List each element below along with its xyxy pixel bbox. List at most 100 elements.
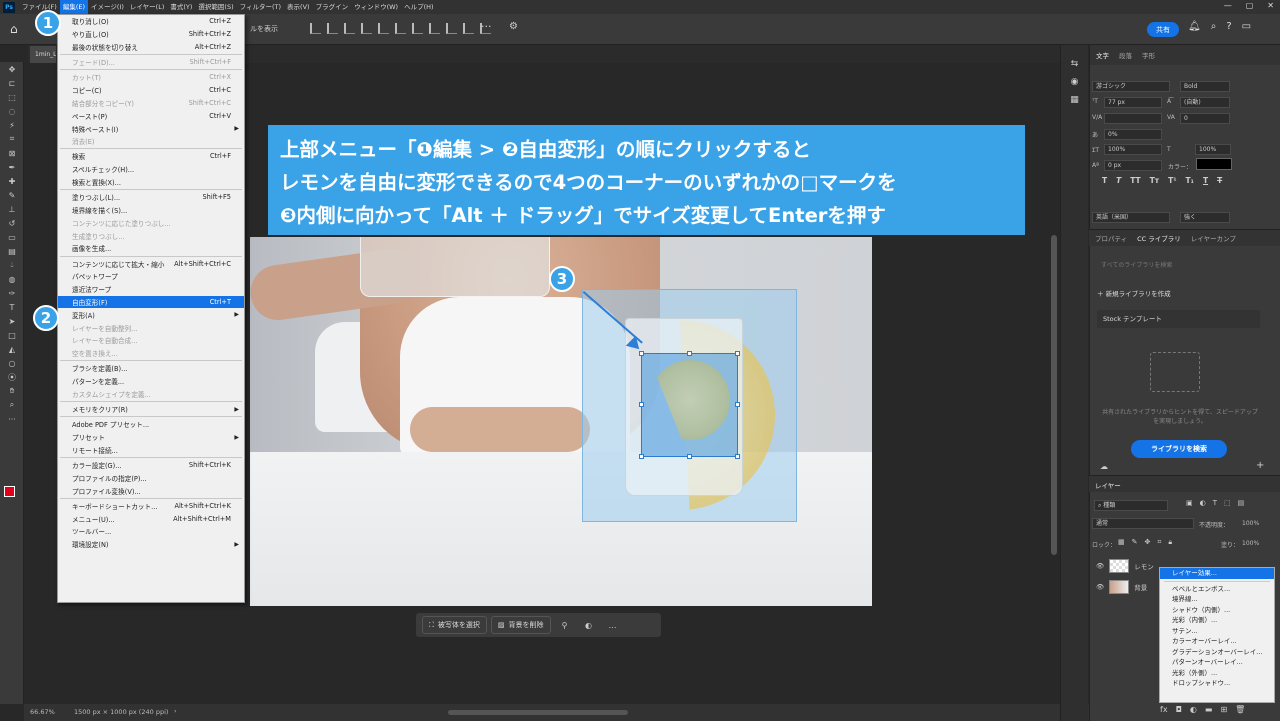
menu-item-gradient-overlay[interactable]: グラデーションオーバーレイ... [1160, 647, 1274, 658]
edit-menu-item[interactable]: プロファイル変換(V)... [58, 484, 244, 497]
menu-help[interactable]: ヘルプ(H) [401, 0, 436, 14]
maximize-icon[interactable]: ▢ [1246, 1, 1254, 10]
lasso-tool-icon[interactable]: ◌ [0, 104, 24, 118]
transform-handle-right[interactable] [735, 402, 740, 407]
document-size[interactable]: 1500 px × 1000 px (240 ppi) [74, 708, 168, 716]
close-icon[interactable]: ✕ [1267, 1, 1274, 10]
edit-menu-item[interactable]: ペースト(P) Ctrl+V [58, 109, 244, 122]
edit-menu-item[interactable]: 自由変形(F) Ctrl+T [58, 295, 244, 309]
edit-menu-item[interactable]: 遠近法ワープ [58, 283, 244, 296]
tab-layer-comps[interactable]: レイヤーカンプ [1191, 233, 1236, 243]
edit-menu-item[interactable]: ブラシを定義(B)... [58, 362, 244, 375]
menu-filter[interactable]: フィルター(T) [237, 0, 284, 14]
cloud-icon[interactable]: ☁︎ [1100, 462, 1108, 471]
gear-icon[interactable]: ⚙ [509, 21, 518, 32]
baseline-field[interactable]: 0 px [1104, 160, 1162, 171]
lock-all-icon[interactable]: 🔒︎ [1168, 538, 1172, 547]
edit-menu-item[interactable]: プロファイルの指定(P)... [58, 471, 244, 484]
edit-menu-item[interactable]: 変形(A) ▶ [58, 308, 244, 321]
edit-menu-item[interactable]: 環境設定(N) ▶ [58, 538, 244, 551]
edit-menu-item[interactable]: 生成塗りつぶし... [58, 229, 244, 242]
dodge-tool-icon[interactable]: ◍ [0, 272, 24, 286]
edit-menu-item[interactable]: ツールバー... [58, 525, 244, 538]
edit-menu-item[interactable]: レイヤーを自動合成... [58, 334, 244, 347]
filter-shape-icon[interactable]: ⬚ [1224, 499, 1231, 507]
show-transform-controls[interactable]: ルを表示 [250, 24, 278, 34]
edit-menu-item[interactable]: スペルチェック(H)... [58, 163, 244, 176]
history-icon[interactable]: ⇆ [1071, 59, 1079, 69]
crop-tool-icon[interactable]: ⌗ [0, 132, 24, 146]
menu-item-stroke[interactable]: 境界線... [1160, 594, 1274, 605]
menu-plugins[interactable]: プラグイン [313, 0, 352, 14]
antialias-select[interactable]: 強く [1180, 212, 1230, 223]
healing-brush-icon[interactable]: ✚ [0, 174, 24, 188]
edit-menu-item[interactable]: カット(T) Ctrl+X [58, 71, 244, 84]
edit-menu-item[interactable]: メモリをクリア(R) ▶ [58, 403, 244, 416]
filter-smart-icon[interactable]: ▤ [1238, 499, 1245, 507]
layers-panel-tab[interactable]: レイヤー [1089, 476, 1280, 492]
subscript-icon[interactable]: T₁ [1186, 176, 1194, 185]
vertical-scrollbar[interactable] [1051, 235, 1057, 555]
minimize-icon[interactable]: — [1224, 1, 1232, 10]
menu-item-bevel-emboss[interactable]: ベベルとエンボス... [1160, 584, 1274, 595]
edit-menu-item[interactable]: 特殊ペースト(I) ▶ [58, 122, 244, 135]
transform-handle-bottom-left[interactable] [639, 454, 644, 459]
edit-menu-item[interactable]: やり直し(O) Shift+Ctrl+Z [58, 28, 244, 41]
superscript-icon[interactable]: T¹ [1168, 176, 1176, 185]
transform-handle-bottom[interactable] [687, 454, 692, 459]
edit-menu-item[interactable]: 検索と置換(X)... [58, 176, 244, 189]
frame-tool-icon[interactable]: ⊠ [0, 146, 24, 160]
horizontal-scale-field[interactable]: 100% [1195, 144, 1231, 155]
trash-icon[interactable]: 🗑︎ [1235, 705, 1245, 714]
stamp-tool-icon[interactable]: ⊥ [0, 202, 24, 216]
group-icon[interactable]: ▬ [1205, 705, 1213, 714]
brush-tool-icon[interactable]: ✎ [0, 188, 24, 202]
layer-filter-select[interactable]: ⌕ 種類 [1094, 500, 1168, 511]
lock-artboard-icon[interactable]: ⌗ [1157, 538, 1161, 547]
pin-icon[interactable]: ⚲ [555, 621, 575, 630]
adjustment-icon[interactable]: ◐ [1190, 705, 1197, 714]
edit-menu-item[interactable]: パペットワープ [58, 270, 244, 283]
help-icon[interactable]: ? [1226, 21, 1231, 32]
kerning-field[interactable] [1104, 113, 1162, 124]
layer-name[interactable]: 背景 [1134, 582, 1147, 592]
all-caps-icon[interactable]: TT [1130, 176, 1140, 185]
smudge-icon[interactable]: ⦿ [0, 370, 24, 384]
more-options-icon[interactable]: ··· [481, 20, 492, 33]
faux-bold-icon[interactable]: T [1102, 176, 1107, 185]
menu-layer[interactable]: レイヤー(L) [127, 0, 168, 14]
edit-menu-item[interactable]: 境界線を描く(S)... [58, 204, 244, 217]
stock-templates-item[interactable]: Stock テンプレート [1097, 310, 1260, 328]
edit-menu-item[interactable]: メニュー(U)... Alt+Shift+Ctrl+M [58, 512, 244, 525]
share-button[interactable]: 共有 [1147, 22, 1179, 37]
edit-menu-item[interactable]: カスタムシェイプを定義... [58, 388, 244, 401]
lock-move-icon[interactable]: ✥ [1145, 538, 1151, 547]
menu-item-inner-shadow[interactable]: シャドウ（内側）... [1160, 605, 1274, 616]
menu-item-layer-effects[interactable]: レイヤー効果... [1160, 568, 1274, 579]
new-layer-icon[interactable]: ⊞ [1220, 705, 1227, 714]
add-icon[interactable]: + [1256, 460, 1264, 471]
menu-window[interactable]: ウィンドウ(W) [351, 0, 401, 14]
more-tools-icon[interactable]: ··· [0, 412, 24, 426]
edit-menu-item[interactable]: レイヤーを自動整列... [58, 321, 244, 334]
edit-menu-item[interactable]: 最後の状態を切り替え Alt+Ctrl+Z [58, 41, 244, 54]
edit-menu-item[interactable]: プリセット ▶ [58, 431, 244, 444]
mask-icon[interactable]: ◘ [1176, 705, 1182, 714]
tab-paragraph[interactable]: 段落 [1119, 50, 1132, 60]
search-library-button[interactable]: ライブラリを検索 [1131, 440, 1227, 458]
marquee-tool-icon[interactable]: ⬚ [0, 90, 24, 104]
shape-icon[interactable]: ○ [0, 356, 24, 370]
workspace-icon[interactable]: ▭ [1242, 21, 1251, 32]
eraser-tool-icon[interactable]: ▭ [0, 230, 24, 244]
align-icons[interactable] [310, 23, 491, 34]
edit-menu-item[interactable]: 消去(E) [58, 135, 244, 148]
tab-properties[interactable]: プロパティ [1095, 233, 1127, 243]
search-icon[interactable]: ⌕ [1211, 21, 1217, 32]
zoom-tool-icon[interactable]: ⌕ [0, 398, 24, 412]
lock-brush-icon[interactable]: ✎ [1132, 538, 1138, 547]
edit-menu-item[interactable]: コンテンツに応じて拡大・縮小 Alt+Shift+Ctrl+C [58, 257, 244, 270]
edit-menu-item[interactable]: 画像を生成... [58, 242, 244, 255]
edit-menu-item[interactable]: 塗りつぶし(L)... Shift+F5 [58, 191, 244, 204]
menu-item-drop-shadow[interactable]: ドロップシャドウ... [1160, 678, 1274, 689]
type-tool-icon[interactable]: T [0, 300, 24, 314]
